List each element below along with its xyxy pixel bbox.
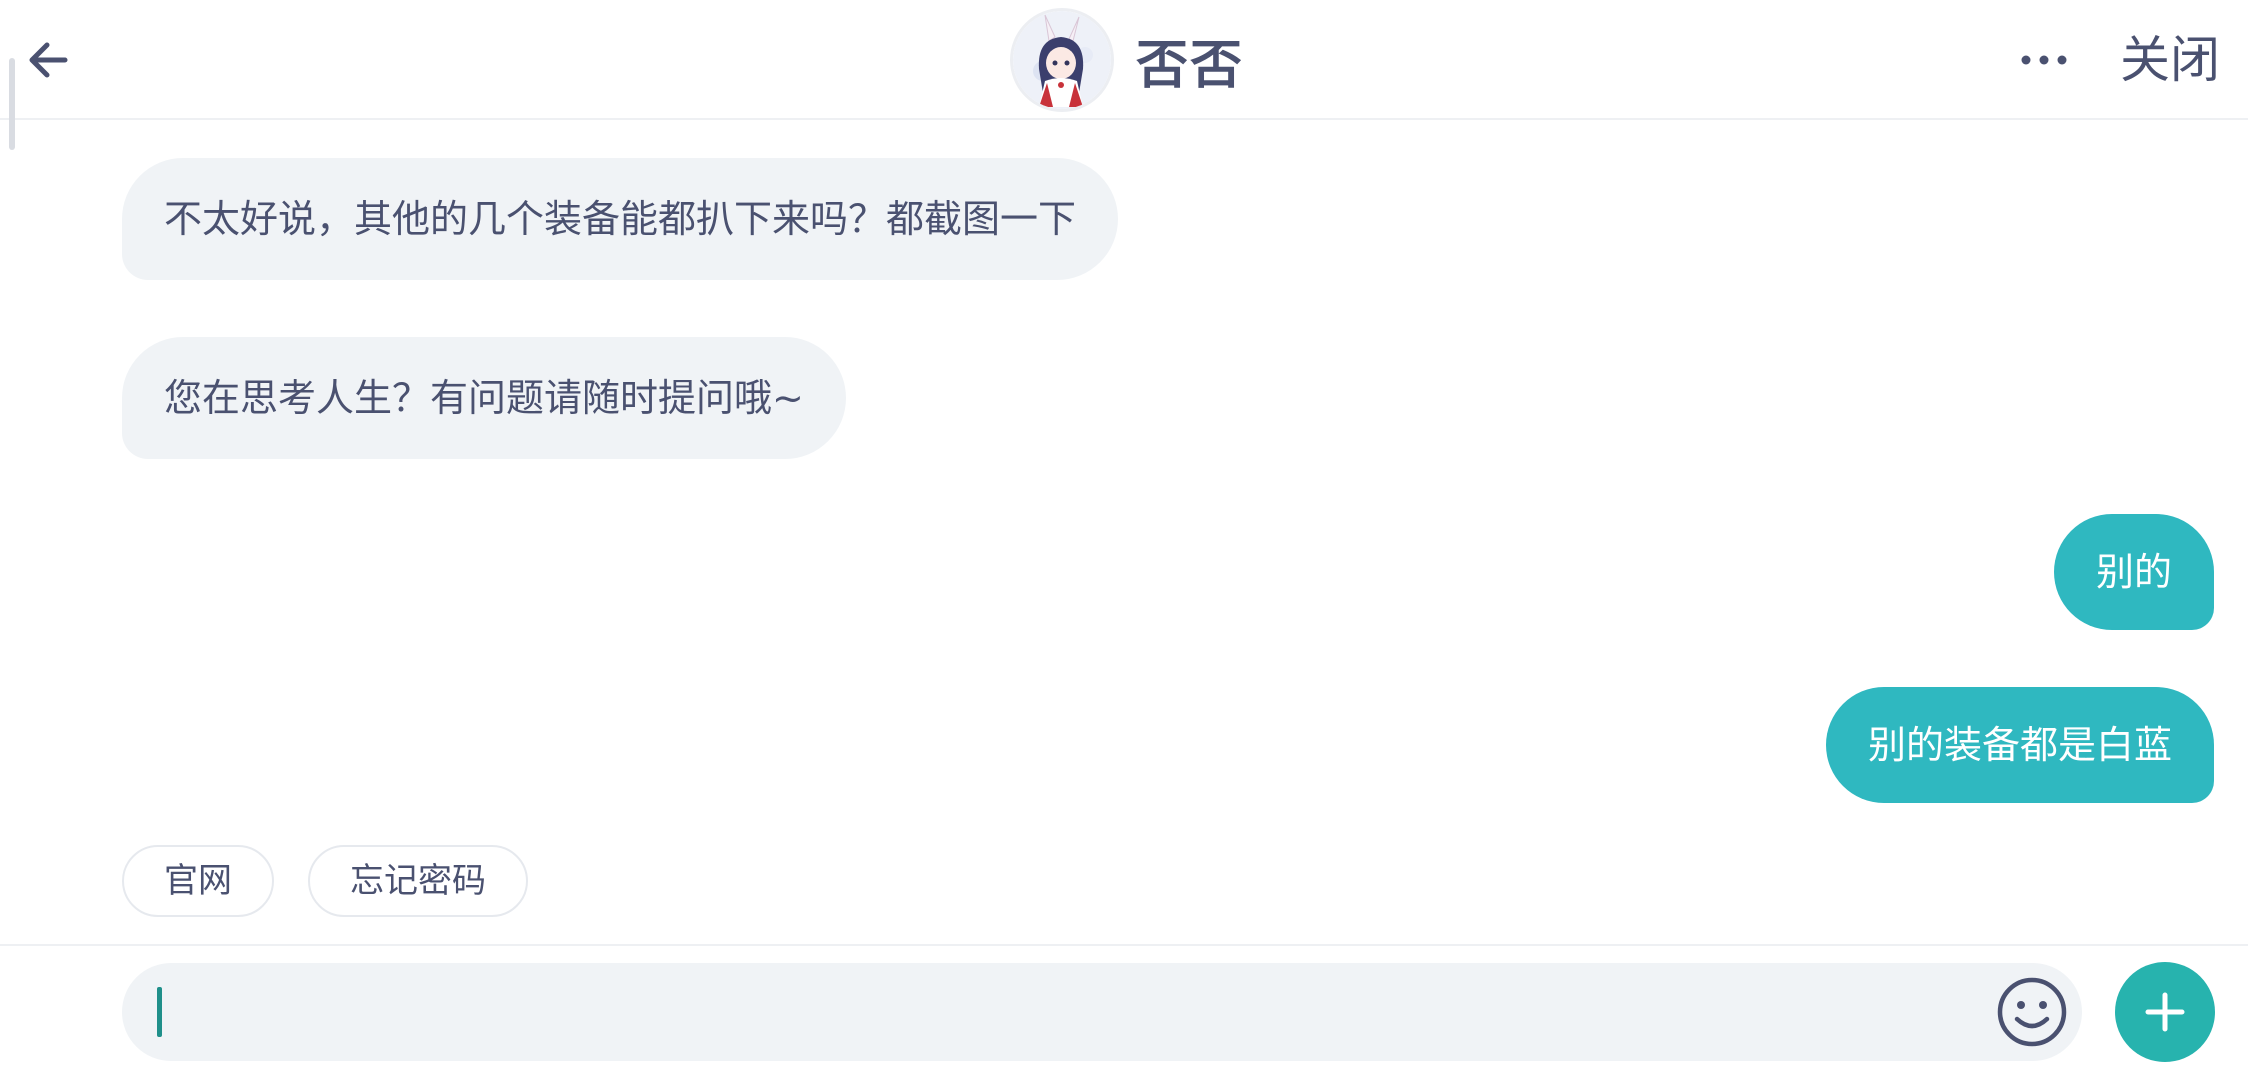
message-bubble-received: 您在思考人生？有问题请随时提问哦~ bbox=[122, 337, 846, 459]
chat-title: 否否 bbox=[1136, 35, 1245, 96]
ellipsis-icon bbox=[2021, 55, 2067, 65]
add-attachment-button[interactable] bbox=[2115, 962, 2215, 1062]
emoji-button[interactable] bbox=[1995, 975, 2069, 1049]
text-caret bbox=[157, 987, 162, 1037]
avatar[interactable] bbox=[1010, 8, 1114, 112]
chat-window: 否否 关闭 不太好说，其他的几个装备能都扒下来吗？都截图一下 您在思考人生？有问… bbox=[0, 0, 2248, 1080]
message-bubble-received: 不太好说，其他的几个装备能都扒下来吗？都截图一下 bbox=[122, 158, 1119, 280]
message-input[interactable] bbox=[122, 963, 2082, 1061]
smiley-icon bbox=[1997, 977, 2067, 1047]
quick-reply-official-site[interactable]: 官网 bbox=[122, 845, 274, 917]
arrow-left-icon bbox=[29, 42, 68, 78]
more-button[interactable] bbox=[2018, 38, 2070, 82]
chat-title-area: 否否 bbox=[1010, 8, 1244, 112]
avatar-image bbox=[1013, 11, 1111, 109]
message-bubble-sent: 别的 bbox=[2053, 514, 2214, 630]
message-bubble-sent: 别的装备都是白蓝 bbox=[1825, 687, 2214, 803]
quick-reply-bar: 官网 忘记密码 bbox=[122, 845, 528, 917]
divider bbox=[0, 944, 2248, 946]
quick-reply-forgot-password[interactable]: 忘记密码 bbox=[308, 845, 528, 917]
chat-header: 否否 关闭 bbox=[0, 0, 2248, 120]
scroll-indicator[interactable] bbox=[9, 58, 15, 150]
back-button[interactable] bbox=[18, 30, 78, 90]
close-button[interactable]: 关闭 bbox=[2120, 28, 2220, 92]
plus-icon bbox=[2145, 992, 2185, 1032]
